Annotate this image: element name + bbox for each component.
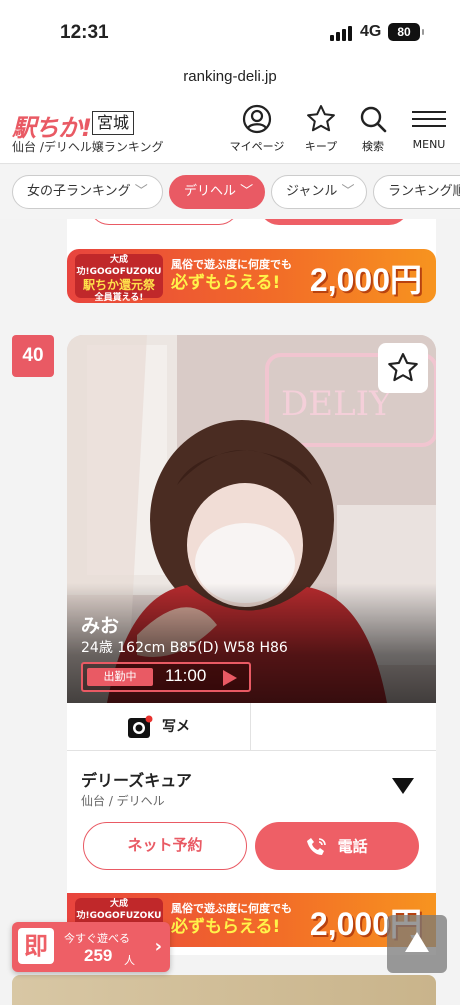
banner-badge-sub: 全員貰える! xyxy=(94,293,144,303)
filter-genre[interactable]: ジャンル ﹀ xyxy=(271,175,367,209)
filter-bar: 女の子ランキング ﹀ デリヘル ﹀ ジャンル ﹀ ランキング順 xyxy=(0,165,460,219)
banner-line1: 風俗で遊ぶ度に何度でも xyxy=(171,902,292,915)
expand-triangle-icon[interactable] xyxy=(392,778,414,794)
filter-label: ランキング順 xyxy=(388,184,460,199)
girl-name: みお xyxy=(81,615,120,637)
battery-icon: 80 xyxy=(388,23,424,41)
girl-specs: 24歳 162cm B85(D) W58 H86 xyxy=(81,640,288,656)
banner-line2: 必ずもらえる! xyxy=(171,917,281,937)
mypage-label: マイページ xyxy=(229,140,285,153)
favorite-button[interactable] xyxy=(378,343,428,393)
scroll-to-top-button[interactable] xyxy=(387,915,447,973)
user-circle-icon xyxy=(242,104,272,134)
girl-photo[interactable]: DELIY みお 24歳 162cm B85(D) W58 H86 出勤中 11… xyxy=(67,335,436,703)
filter-girls-ranking[interactable]: 女の子ランキング ﹀ xyxy=(12,175,163,209)
status-time: 12:31 xyxy=(60,22,109,43)
network-type: 4G xyxy=(360,23,382,40)
shop-area: 仙台 / デリヘル xyxy=(81,794,165,808)
girl-card[interactable]: DELIY みお 24歳 162cm B85(D) W58 H86 出勤中 11… xyxy=(67,335,436,955)
instant-badge: 即 xyxy=(18,928,54,964)
on-duty-indicator[interactable]: 出勤中 11:00 xyxy=(81,662,251,692)
status-bar: 12:31 4G 80 xyxy=(0,0,460,62)
svg-text:DELIY: DELIY xyxy=(281,384,392,424)
banner-badge: 大成功!GOGOFUZOKU 駅ちか還元祭 全員貰える! xyxy=(75,254,163,303)
available-label: 今すぐ遊べる xyxy=(64,932,130,945)
phone-icon xyxy=(307,837,327,855)
filter-ranking-order[interactable]: ランキング順 xyxy=(373,175,460,209)
call-label: 電話 xyxy=(337,837,368,856)
rank-badge: 40 xyxy=(12,335,54,377)
net-reserve-button[interactable]: ネット予約 xyxy=(83,822,247,870)
search-icon xyxy=(360,106,387,133)
hamburger-icon xyxy=(412,111,446,127)
photo-diary-row: 写メ xyxy=(67,703,436,751)
banner-line2: 必ずもらえる! xyxy=(171,273,281,293)
filter-label: ジャンル xyxy=(286,184,338,199)
menu-label: MENU xyxy=(412,138,446,151)
available-count: 259 xyxy=(84,946,113,965)
available-unit: 人 xyxy=(124,954,135,967)
banner-line1: 風俗で遊ぶ度に何度でも xyxy=(171,258,292,271)
filter-label: デリヘル xyxy=(184,184,237,199)
chevron-down-icon: ﹀ xyxy=(240,184,254,199)
available-now-button[interactable]: 即 今すぐ遊べる 259 人 › xyxy=(12,922,170,972)
banner-badge-small: 大成功!GOGOFUZOKU xyxy=(76,899,162,921)
filter-label: 女の子ランキング xyxy=(27,184,131,199)
photo-diary-label: 写メ xyxy=(162,719,191,735)
on-duty-tag: 出勤中 xyxy=(87,668,153,686)
site-header: 駅ちか! 宮城 仙台 /デリヘル嬢ランキング マイページ キープ 検索 MENU xyxy=(0,94,460,164)
page-subtitle: 仙台 /デリヘル嬢ランキング xyxy=(12,140,164,154)
banner-amount: 2,000円 xyxy=(309,262,422,298)
next-card-preview[interactable] xyxy=(12,975,436,1005)
filter-deriheru[interactable]: デリヘル ﹀ xyxy=(169,175,265,209)
play-icon xyxy=(223,670,237,686)
camera-icon xyxy=(127,715,153,738)
prefecture-badge[interactable]: 宮城 xyxy=(92,111,135,135)
banner-badge-small: 大成功!GOGOFUZOKU xyxy=(76,255,162,277)
call-button[interactable]: 電話 xyxy=(255,822,419,870)
banner-text: 風俗で遊ぶ度に何度でも 必ずもらえる! xyxy=(171,900,292,938)
shop-name[interactable]: デリーズキュア xyxy=(81,767,192,791)
chevron-down-icon: ﹀ xyxy=(134,184,148,199)
star-icon xyxy=(307,105,335,132)
signal-icon xyxy=(330,26,352,41)
url-bar[interactable]: ranking-deli.jp xyxy=(0,62,460,94)
mypage-button[interactable]: マイページ xyxy=(222,104,292,154)
banner-badge-main: 駅ちか還元祭 xyxy=(82,278,155,292)
menu-button[interactable]: MENU xyxy=(394,104,460,151)
on-duty-time: 11:00 xyxy=(165,666,207,685)
previous-call-button[interactable] xyxy=(259,219,409,225)
chevron-right-icon: › xyxy=(154,936,162,957)
previous-reserve-button[interactable] xyxy=(89,219,239,225)
star-icon xyxy=(388,353,418,382)
photo-diary-button[interactable]: 写メ xyxy=(67,703,251,751)
banner-text: 風俗で遊ぶ度に何度でも 必ずもらえる! xyxy=(171,256,292,294)
chevron-down-icon: ﹀ xyxy=(341,184,355,199)
campaign-banner[interactable]: 大成功!GOGOFUZOKU 駅ちか還元祭 全員貰える! 風俗で遊ぶ度に何度でも… xyxy=(67,249,436,303)
